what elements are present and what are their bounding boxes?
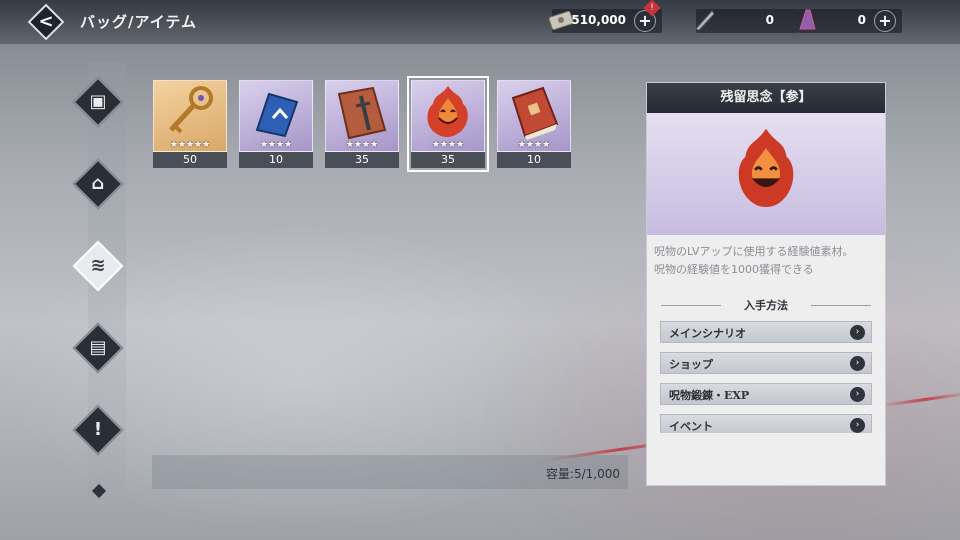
- sidebar-item-event[interactable]: !: [72, 404, 124, 456]
- red-book-icon: [511, 86, 559, 140]
- item-count: 35: [325, 152, 399, 168]
- materials-icon: ≋: [90, 255, 106, 276]
- currency-banknote-value: 510,000: [571, 13, 626, 27]
- capacity-bar: 容量:5/1,000: [152, 455, 628, 489]
- sidebar-item-chest[interactable]: ⌂: [72, 158, 124, 210]
- item-stars: ★★★★: [259, 140, 293, 150]
- exclamation-book-icon: !: [93, 419, 103, 440]
- detail-header: 残留思念【参】: [647, 83, 885, 113]
- arrow-right-icon: ›: [850, 387, 865, 402]
- crystal-icon: [799, 9, 816, 30]
- source-title-text: 入手方法: [744, 299, 788, 312]
- currency-crystal-value: 0: [857, 13, 866, 27]
- flame-spirit-icon: [427, 86, 468, 137]
- sidebar-item-materials[interactable]: ≋: [72, 240, 124, 292]
- item-slot-red-book[interactable]: ★★★★ 10: [497, 80, 571, 168]
- back-arrow-icon: <: [38, 11, 54, 32]
- item-slot-scroll[interactable]: ★★★★ 10: [239, 80, 313, 168]
- currency-crystal: 0 +: [798, 9, 902, 33]
- top-bar: < バッグ/アイテム 510,000 + ! 0 0 +: [0, 0, 960, 44]
- item-count: 10: [239, 152, 313, 168]
- item-count: 10: [497, 152, 571, 168]
- detail-title: 残留思念【参】: [720, 90, 812, 105]
- source-forge-exp-button[interactable]: 呪物鍛錬・EXP ›: [660, 383, 872, 405]
- portrait-card-icon: ▣: [89, 91, 107, 112]
- book-sword-icon: [337, 86, 387, 140]
- sidebar-item-character[interactable]: ▣: [72, 76, 124, 128]
- item-stars: ★★★★★: [169, 140, 211, 150]
- item-count: 50: [153, 152, 227, 168]
- item-slot-key[interactable]: ★★★★★ 50: [153, 80, 227, 168]
- add-crystal-button[interactable]: +: [874, 10, 896, 32]
- armor-icon: ▤: [89, 337, 107, 358]
- sidebar-item-armor[interactable]: ▤: [72, 322, 124, 374]
- currency-quill: 0: [695, 9, 798, 33]
- item-slot-flame-spirit[interactable]: ★★★★ 35: [407, 76, 489, 172]
- item-detail-panel: 残留思念【参】 呪物のLVアップに使用する経験値素材。 呪物の経験値を1000獲…: [646, 82, 886, 486]
- item-stars: ★★★★: [431, 140, 465, 150]
- arrow-right-icon: ›: [850, 356, 865, 371]
- detail-description: 呪物のLVアップに使用する経験値素材。 呪物の経験値を1000獲得できる: [654, 245, 854, 276]
- item-stars: ★★★★: [517, 140, 551, 150]
- currency-banknote: 510,000 + !: [548, 0, 662, 33]
- item-slot-book-sword[interactable]: ★★★★ 35: [325, 80, 399, 168]
- capacity-text: 容量:5/1,000: [545, 467, 620, 481]
- chest-icon: ⌂: [91, 173, 105, 194]
- source-list[interactable]: メインシナリオ › ショップ › 呪物鍛錬・EXP › イベント ›: [647, 318, 885, 433]
- page-title: バッグ/アイテム: [80, 13, 197, 31]
- source-section-title: 入手方法: [647, 297, 885, 313]
- key-icon: [169, 86, 213, 134]
- source-event-button[interactable]: イベント ›: [660, 414, 872, 433]
- arrow-right-icon: ›: [850, 325, 865, 340]
- back-button[interactable]: <: [27, 3, 65, 41]
- detail-art: [647, 113, 885, 235]
- source-main-scenario-button[interactable]: メインシナリオ ›: [660, 321, 872, 343]
- currency-quill-value: 0: [765, 13, 774, 27]
- arrow-right-icon: ›: [850, 418, 865, 433]
- source-shop-button[interactable]: ショップ ›: [660, 352, 872, 374]
- item-stars: ★★★★: [345, 140, 379, 150]
- item-count: 35: [411, 152, 485, 168]
- quill-icon: [695, 10, 715, 31]
- scroll-icon: [255, 92, 299, 138]
- flame-spirit-large-icon: [738, 128, 794, 208]
